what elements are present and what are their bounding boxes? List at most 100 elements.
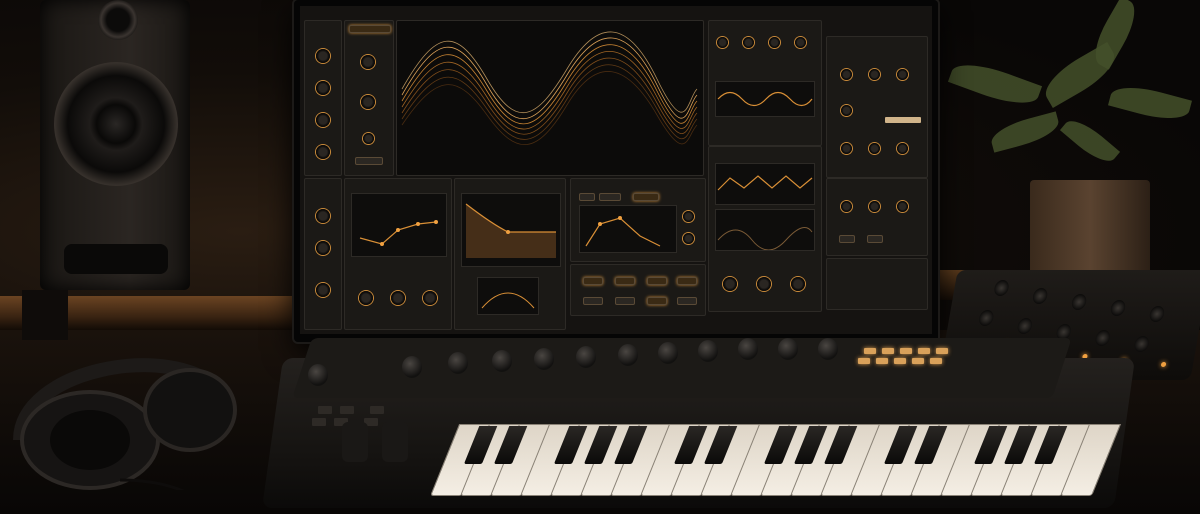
knob[interactable]: [717, 37, 728, 48]
keyboard-pad[interactable]: [876, 358, 888, 364]
knob[interactable]: [316, 145, 330, 159]
button[interactable]: [583, 277, 603, 285]
knob[interactable]: [869, 69, 880, 80]
keyboard-knob[interactable]: [576, 346, 596, 368]
key-bed: [430, 400, 1129, 496]
transport-button[interactable]: [312, 418, 326, 426]
knob[interactable]: [316, 81, 330, 95]
knob[interactable]: [683, 211, 694, 222]
button[interactable]: [633, 193, 659, 201]
keyboard-knob[interactable]: [402, 356, 422, 378]
knob[interactable]: [316, 113, 330, 127]
midi-keyboard: [262, 338, 1136, 508]
knob[interactable]: [791, 277, 805, 291]
keyboard-knob[interactable]: [534, 348, 554, 370]
knob[interactable]: [841, 69, 852, 80]
preset-selector[interactable]: [349, 25, 391, 33]
transport-button[interactable]: [370, 406, 384, 414]
keyboard-knob[interactable]: [778, 338, 798, 360]
knob[interactable]: [723, 277, 737, 291]
keyboard-knob[interactable]: [448, 352, 468, 374]
keyboard-knob[interactable]: [658, 342, 678, 364]
envelope-graph-1: [715, 163, 815, 205]
button[interactable]: [867, 235, 883, 243]
filter-panel: [344, 20, 394, 176]
keyboard-knob[interactable]: [738, 338, 758, 360]
knob[interactable]: [757, 277, 771, 291]
keyboard-pad[interactable]: [882, 348, 894, 354]
controller-knob[interactable]: [1109, 300, 1127, 316]
knob[interactable]: [841, 201, 852, 212]
controller-knob[interactable]: [1016, 318, 1034, 334]
knob[interactable]: [361, 95, 375, 109]
controller-knob[interactable]: [1070, 294, 1088, 310]
button[interactable]: [579, 193, 595, 201]
knob[interactable]: [316, 241, 330, 255]
synth-plugin-screen: [300, 6, 932, 334]
computer-monitor: [294, 0, 938, 342]
knob[interactable]: [897, 143, 908, 154]
button[interactable]: [615, 297, 635, 305]
button[interactable]: [355, 157, 383, 165]
knob[interactable]: [391, 291, 405, 305]
knob[interactable]: [841, 105, 852, 116]
macro-panel: [570, 264, 706, 316]
level-meter: [885, 117, 921, 123]
keyboard-knob[interactable]: [618, 344, 638, 366]
controller-knob[interactable]: [1148, 306, 1166, 322]
keyboard-pad[interactable]: [858, 358, 870, 364]
keyboard-knob[interactable]: [492, 350, 512, 372]
button[interactable]: [583, 297, 603, 305]
button[interactable]: [647, 297, 667, 305]
wavetable-graphic: [401, 31, 698, 145]
button[interactable]: [839, 235, 855, 243]
knob[interactable]: [795, 37, 806, 48]
amp-panel: [304, 178, 342, 330]
wavetable-display: [396, 20, 704, 176]
controller-knob[interactable]: [1133, 336, 1151, 352]
transport-button[interactable]: [340, 406, 354, 414]
knob[interactable]: [897, 201, 908, 212]
keyboard-pad[interactable]: [930, 358, 942, 364]
keyboard-pad[interactable]: [912, 358, 924, 364]
keyboard-pad[interactable]: [918, 348, 930, 354]
knob[interactable]: [361, 55, 375, 69]
filter-curve: [477, 277, 539, 315]
knob[interactable]: [683, 233, 694, 244]
keyboard-knob[interactable]: [818, 338, 838, 360]
knob[interactable]: [897, 69, 908, 80]
woofer: [54, 62, 178, 186]
oscillator-panel: [304, 20, 342, 176]
knob[interactable]: [316, 209, 330, 223]
knob[interactable]: [869, 143, 880, 154]
button[interactable]: [677, 297, 697, 305]
button[interactable]: [677, 277, 697, 285]
mod-envelope-panel: [344, 178, 452, 330]
controller-knob[interactable]: [1031, 288, 1049, 304]
button[interactable]: [615, 277, 635, 285]
knob[interactable]: [316, 283, 330, 297]
knob[interactable]: [359, 291, 373, 305]
knob[interactable]: [769, 37, 780, 48]
keyboard-pad[interactable]: [864, 348, 876, 354]
button[interactable]: [599, 193, 621, 201]
controller-knob[interactable]: [993, 280, 1010, 296]
knob[interactable]: [363, 133, 374, 144]
mod-wheel[interactable]: [382, 422, 408, 462]
envelope-graph-2: [715, 209, 815, 251]
knob[interactable]: [869, 201, 880, 212]
keyboard-pad[interactable]: [900, 348, 912, 354]
knob[interactable]: [423, 291, 437, 305]
button[interactable]: [647, 277, 667, 285]
keyboard-knob[interactable]: [698, 340, 718, 362]
keyboard-pad[interactable]: [936, 348, 948, 354]
knob[interactable]: [316, 49, 330, 63]
plant-leaf: [1107, 80, 1193, 126]
keyboard-pad[interactable]: [894, 358, 906, 364]
keyboard-knob[interactable]: [308, 364, 328, 386]
knob[interactable]: [743, 37, 754, 48]
pitch-wheel[interactable]: [342, 422, 368, 462]
knob[interactable]: [841, 143, 852, 154]
controller-knob[interactable]: [977, 310, 995, 326]
transport-button[interactable]: [318, 406, 332, 414]
